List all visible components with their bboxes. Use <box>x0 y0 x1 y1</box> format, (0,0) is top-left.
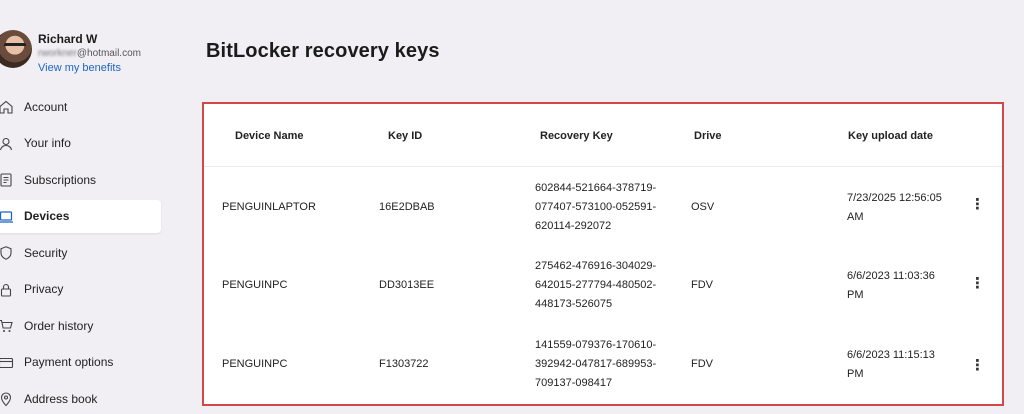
sidebar-item-your-info[interactable]: Your info <box>0 127 161 160</box>
sidebar-item-devices[interactable]: Devices <box>0 199 161 233</box>
recovery-keys-table: Device Name Key ID Recovery Key Drive Ke… <box>202 102 1004 406</box>
column-header-drive: Drive <box>694 130 722 142</box>
avatar[interactable] <box>0 30 32 68</box>
recovery-key-line: 392942-047817-689953- <box>535 358 657 370</box>
upload-date-line: PM <box>847 289 864 301</box>
receipt-icon <box>0 173 12 187</box>
upload-date-line: AM <box>847 211 864 223</box>
sidebar-nav: Account Your info Subscriptions Devices … <box>0 90 161 414</box>
home-icon <box>0 100 13 114</box>
page-title: BitLocker recovery keys <box>206 40 440 62</box>
sidebar-item-subscriptions[interactable]: Subscriptions <box>0 163 161 196</box>
recovery-key-cell: 141559-079376-170610- 392942-047817-6899… <box>535 336 656 393</box>
device-name-cell: PENGUINPC <box>222 358 288 370</box>
person-icon <box>0 137 13 150</box>
recovery-key-line: 620114-292072 <box>535 220 612 232</box>
sidebar-item-order-history[interactable]: Order history <box>0 309 161 342</box>
upload-date-cell: 6/6/2023 11:15:13 PM <box>847 346 935 384</box>
profile-name: Richard W <box>38 32 98 46</box>
recovery-key-line: 602844-521664-378719- <box>535 182 657 194</box>
column-header-key-id: Key ID <box>388 130 423 142</box>
sidebar-item-label: Address book <box>24 391 98 406</box>
sidebar-item-privacy[interactable]: Privacy <box>0 273 161 306</box>
recovery-key-line: 448173-526075 <box>535 298 613 310</box>
drive-cell: OSV <box>691 201 715 213</box>
recovery-key-cell: 275462-476916-304029- 642015-277794-4805… <box>535 257 656 314</box>
upload-date-line: 7/23/2025 12:56:05 <box>847 192 942 204</box>
column-header-recovery-key: Recovery Key <box>540 130 613 142</box>
sidebar-item-label: Devices <box>24 209 70 223</box>
sidebar-item-security[interactable]: Security <box>0 236 161 269</box>
upload-date-cell: 6/6/2023 11:03:36 PM <box>847 267 935 305</box>
profile-email-masked: rworkner <box>38 48 77 59</box>
header-divider <box>204 166 1002 167</box>
recovery-key-line: 141559-079376-170610- <box>535 339 657 351</box>
view-benefits-link[interactable]: View my benefits <box>38 62 121 74</box>
key-id-cell: DD3013EE <box>379 279 435 291</box>
drive-cell: FDV <box>691 279 713 291</box>
lock-icon <box>0 283 12 297</box>
sidebar-item-payment-options[interactable]: Payment options <box>0 346 161 379</box>
sidebar-item-label: Payment options <box>24 355 114 369</box>
upload-date-line: 6/6/2023 11:15:13 <box>847 349 935 361</box>
key-id-cell: F1303722 <box>379 358 429 370</box>
device-name-cell: PENGUINLAPTOR <box>222 201 316 213</box>
key-id-cell: 16E2DBAB <box>379 201 435 213</box>
drive-cell: FDV <box>691 358 713 370</box>
column-header-upload-date: Key upload date <box>848 130 933 142</box>
shield-icon <box>0 246 12 260</box>
profile-email: rworkner@hotmail.com <box>38 48 141 59</box>
upload-date-line: PM <box>847 368 864 380</box>
cart-icon <box>0 319 13 332</box>
sidebar-item-label: Your info <box>24 136 71 150</box>
sidebar-item-label: Account <box>24 99 68 114</box>
sidebar-item-label: Subscriptions <box>24 172 97 187</box>
sidebar-item-label: Order history <box>24 318 94 333</box>
upload-date-line: 6/6/2023 11:03:36 <box>847 270 935 282</box>
more-options-icon[interactable]: ⋮ <box>970 196 985 214</box>
sidebar-item-label: Privacy <box>24 282 64 296</box>
recovery-key-line: 275462-476916-304029- <box>535 260 657 272</box>
more-options-icon[interactable]: ⋮ <box>970 275 985 293</box>
location-icon <box>0 392 12 407</box>
column-header-device-name: Device Name <box>235 130 304 142</box>
sidebar-item-label: Security <box>24 245 68 260</box>
sidebar-item-account[interactable]: Account <box>0 90 161 123</box>
laptop-icon <box>0 210 13 223</box>
profile-email-domain: @hotmail.com <box>76 48 141 59</box>
recovery-key-cell: 602844-521664-378719- 077407-573100-0525… <box>535 179 656 236</box>
sidebar-item-address-book[interactable]: Address book <box>0 382 161 414</box>
recovery-key-line: 642015-277794-480502- <box>535 279 657 291</box>
recovery-key-line: 709137-098417 <box>535 377 613 389</box>
card-icon <box>0 357 14 368</box>
more-options-icon[interactable]: ⋮ <box>970 357 985 375</box>
upload-date-cell: 7/23/2025 12:56:05 AM <box>847 189 942 227</box>
device-name-cell: PENGUINPC <box>222 279 288 291</box>
profile-header: Richard W rworkner@hotmail.com View my b… <box>0 30 184 76</box>
recovery-key-line: 077407-573100-052591- <box>535 201 657 213</box>
